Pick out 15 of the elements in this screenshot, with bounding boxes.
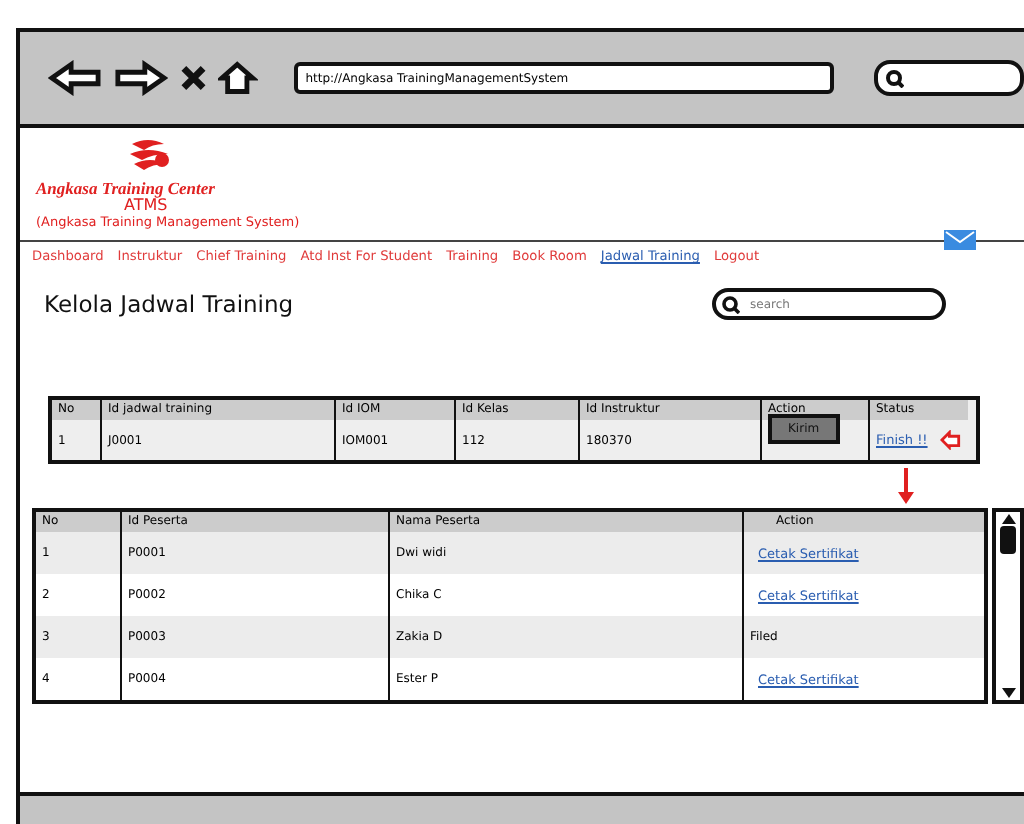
down-arrow-icon — [898, 468, 914, 504]
page-title: Kelola Jadwal Training — [44, 290, 296, 318]
bird-logo-icon — [128, 136, 172, 176]
search-icon — [885, 69, 904, 87]
home-icon[interactable] — [218, 60, 258, 96]
mail-icon[interactable] — [944, 230, 976, 250]
scroll-down-icon[interactable] — [999, 686, 1017, 700]
browser-search-field[interactable] — [873, 60, 1024, 96]
close-icon[interactable] — [179, 64, 207, 92]
app-name: ATMS — [124, 198, 170, 214]
brand-name: Angkasa Training Center — [36, 178, 217, 198]
scroll-up-icon[interactable] — [999, 512, 1017, 526]
search-icon — [722, 296, 740, 314]
back-icon[interactable] — [48, 60, 102, 96]
forward-icon[interactable] — [113, 60, 168, 96]
